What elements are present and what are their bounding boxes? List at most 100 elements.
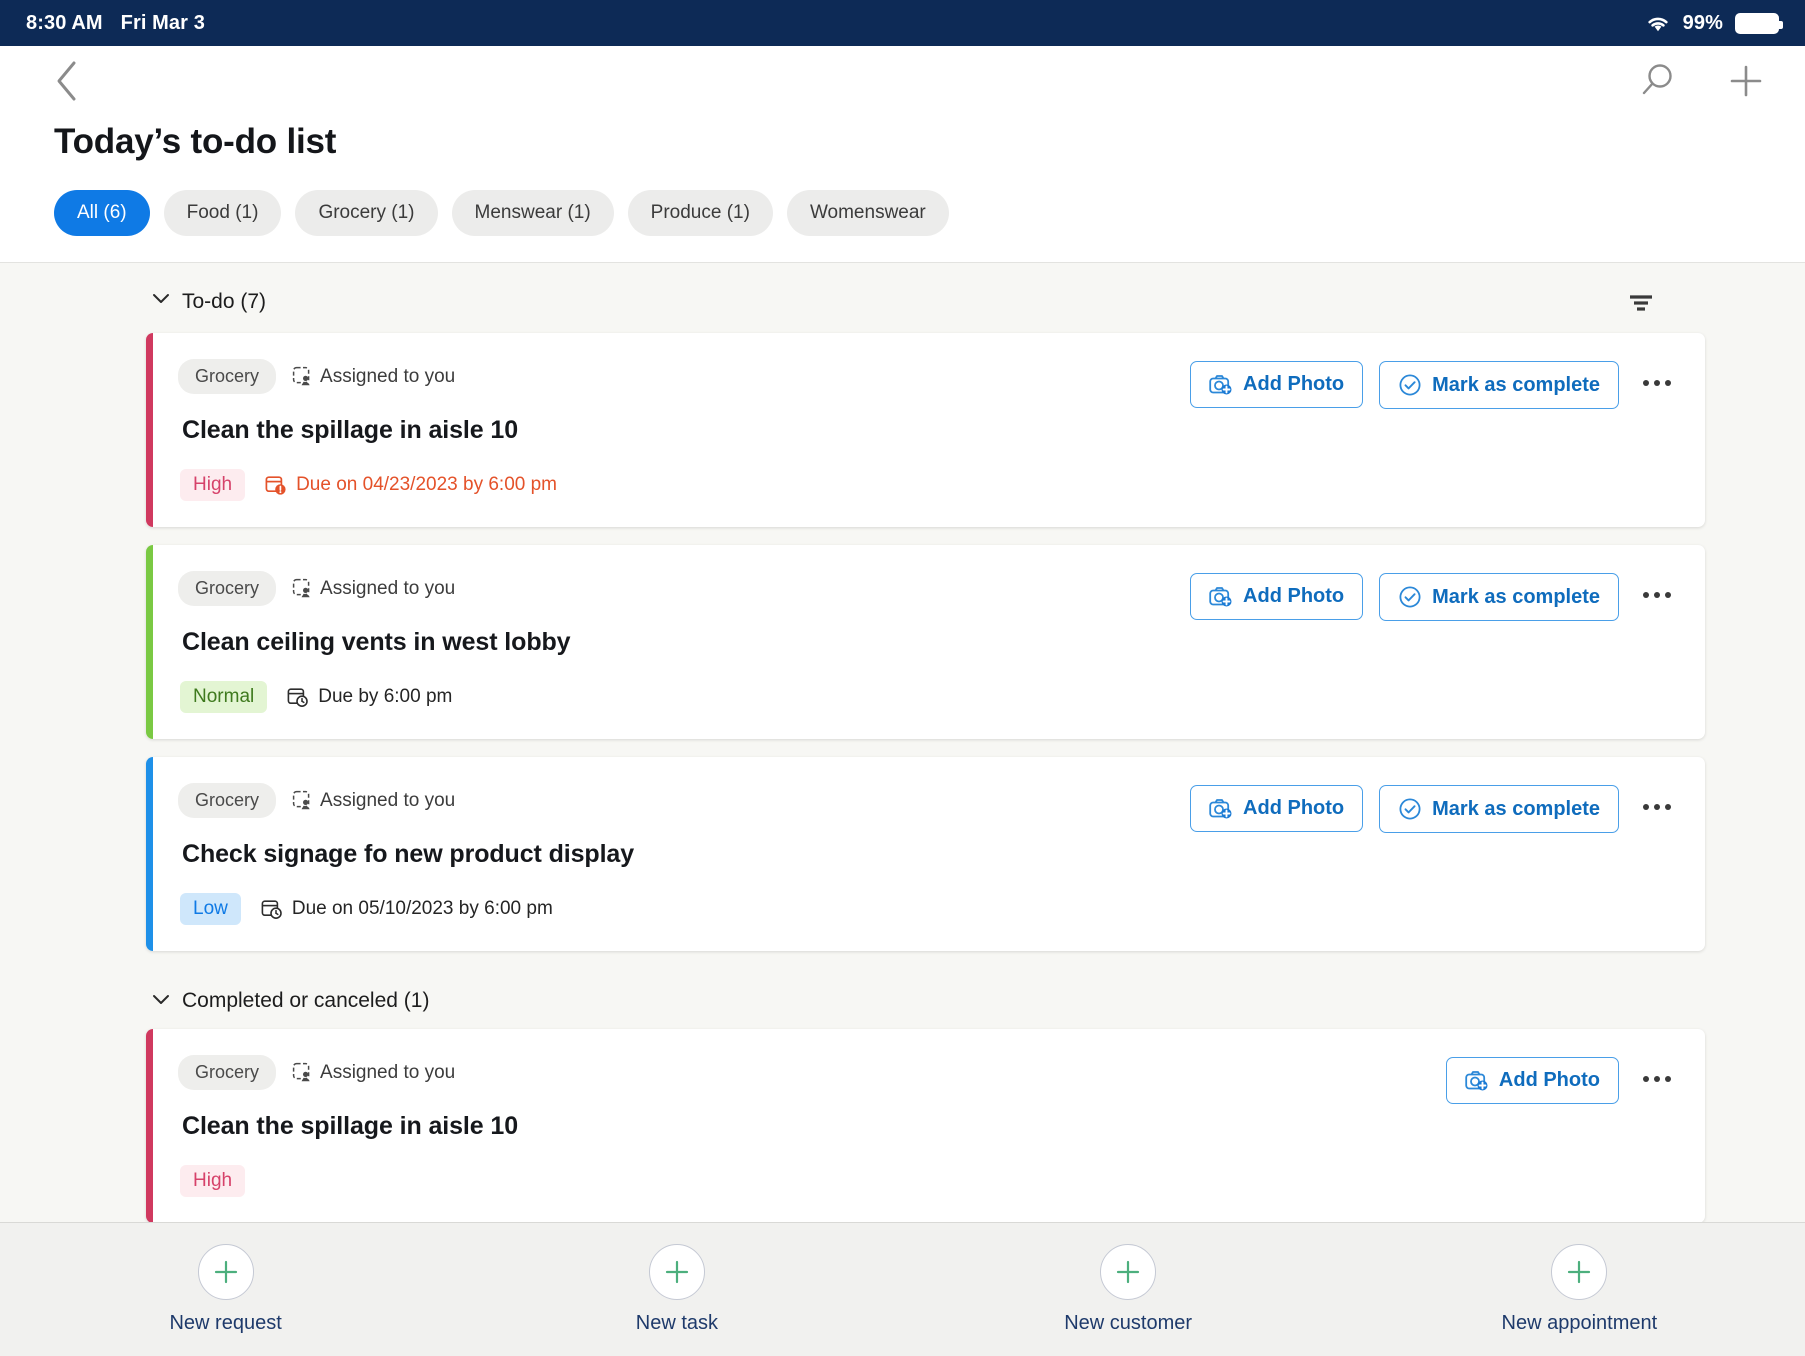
plus-circle-icon <box>1113 1257 1143 1287</box>
bottom-action-new-customer[interactable]: New customer <box>903 1244 1354 1335</box>
battery-percent: 99% <box>1682 11 1723 34</box>
task-title: Clean ceiling vents in west lobby <box>182 628 571 656</box>
bottom-action-new-task[interactable]: New task <box>451 1244 902 1335</box>
add-photo-button[interactable]: Add Photo <box>1190 573 1364 620</box>
assigned-label: Assigned to you <box>320 365 456 387</box>
button-label: Mark as complete <box>1432 797 1600 820</box>
bottom-action-bar: New request New task New customer New appoi… <box>0 1222 1805 1356</box>
task-card-body: Grocery Assigned to you Clean the spillage… <box>178 1055 1446 1197</box>
task-priority-row: High <box>180 1165 1446 1197</box>
plus-circle-icon <box>662 1257 692 1287</box>
completed-card-list: Grocery Assigned to you Clean the spillage… <box>0 1029 1805 1222</box>
status-bar: 8:30 AM Fri Mar 3 99% <box>0 0 1805 46</box>
group-header-completed[interactable]: Completed or canceled (1) <box>0 969 1805 1029</box>
mark-complete-button[interactable]: Mark as complete <box>1379 573 1619 621</box>
due-date: Due by 6:00 pm <box>287 686 452 708</box>
task-list-area[interactable]: To-do (7) Grocery Assigned to you Clean th… <box>0 263 1805 1222</box>
task-priority-row: High Due on 04/23/2023 by 6:00 pm <box>180 469 1190 501</box>
task-title: Check signage fo new product display <box>182 840 635 868</box>
wifi-icon <box>1645 13 1671 33</box>
header-actions <box>1637 60 1767 102</box>
due-date-label: Due by 6:00 pm <box>318 686 453 707</box>
tablet-screen: 8:30 AM Fri Mar 3 99% Today’s to-do list… <box>0 0 1805 1356</box>
search-icon <box>1642 64 1672 95</box>
check-circle-icon <box>1398 585 1422 609</box>
add-button[interactable] <box>1725 60 1767 102</box>
button-label: Mark as complete <box>1432 585 1600 608</box>
button-label: Add Photo <box>1243 585 1345 607</box>
assigned-to-you-icon <box>292 366 313 387</box>
filter-chip[interactable]: Produce (1) <box>627 190 773 236</box>
more-options-icon[interactable] <box>1635 1057 1679 1101</box>
task-card[interactable]: Grocery Assigned to you Check signage fo n… <box>146 757 1705 951</box>
more-options-icon[interactable] <box>1635 785 1679 829</box>
filter-chip[interactable]: All (6) <box>54 190 150 236</box>
filter-chip[interactable]: Womenswear <box>786 190 949 236</box>
plus-circle-icon[interactable] <box>1551 1244 1608 1300</box>
status-bar-right: 99% <box>1645 11 1783 35</box>
task-card[interactable]: Grocery Assigned to you Clean ceiling vent… <box>146 545 1705 739</box>
add-photo-button[interactable]: Add Photo <box>1190 785 1364 832</box>
filter-chip[interactable]: Grocery (1) <box>295 190 438 236</box>
more-options-icon[interactable] <box>1635 573 1679 617</box>
plus-circle-icon[interactable] <box>1100 1244 1157 1300</box>
more-options-icon[interactable] <box>1635 361 1679 405</box>
assigned-to-you-icon <box>292 578 313 599</box>
mark-complete-button[interactable]: Mark as complete <box>1379 785 1619 833</box>
check-circle-icon <box>1398 797 1422 821</box>
filter-chip[interactable]: Food (1) <box>163 190 282 236</box>
calendar-alert-icon <box>265 474 287 496</box>
task-meta-row: Grocery Assigned to you <box>178 783 1190 818</box>
add-photo-button[interactable]: Add Photo <box>1190 361 1364 408</box>
plus-circle-icon[interactable] <box>197 1244 254 1300</box>
bottom-action-new-request[interactable]: New request <box>0 1244 451 1335</box>
battery-icon <box>1735 12 1783 34</box>
camera-add-icon <box>1209 374 1233 396</box>
priority-accent-bar <box>146 1029 153 1222</box>
chevron-down-icon[interactable] <box>150 988 172 1010</box>
task-card[interactable]: Grocery Assigned to you Clean the spillage… <box>146 333 1705 527</box>
category-badge: Grocery <box>178 571 277 606</box>
calendar-clock-icon <box>287 686 309 708</box>
assigned-to-you: Assigned to you <box>292 790 455 812</box>
task-card[interactable]: Grocery Assigned to you Clean the spillage… <box>146 1029 1705 1222</box>
filter-chip[interactable]: Menswear (1) <box>451 190 614 236</box>
assigned-to-you: Assigned to you <box>292 1062 455 1084</box>
camera-add-icon <box>1465 1070 1489 1092</box>
button-label: Add Photo <box>1243 797 1345 819</box>
camera-add-icon <box>1209 586 1233 608</box>
back-button[interactable] <box>46 59 86 103</box>
task-card-actions: Add Photo <box>1445 1055 1679 1197</box>
task-title: Clean the spillage in aisle 10 <box>182 416 519 444</box>
assigned-to-you-icon <box>292 1062 313 1083</box>
search-button[interactable] <box>1637 60 1679 102</box>
group-title: Completed or canceled (1) <box>182 989 430 1012</box>
assigned-to-you: Assigned to you <box>292 578 455 600</box>
priority-accent-bar <box>146 333 153 527</box>
task-meta-row: Grocery Assigned to you <box>178 571 1190 606</box>
task-meta-row: Grocery Assigned to you <box>178 359 1190 394</box>
priority-badge: High <box>180 1165 246 1197</box>
mark-complete-button[interactable]: Mark as complete <box>1379 361 1619 409</box>
assigned-label: Assigned to you <box>320 577 456 599</box>
chevron-down-icon[interactable] <box>150 287 172 309</box>
task-card-body: Grocery Assigned to you Clean ceiling vent… <box>178 571 1190 713</box>
group-header-todo[interactable]: To-do (7) <box>0 263 1805 333</box>
priority-badge: Normal <box>180 681 268 713</box>
due-date: Due on 04/23/2023 by 6:00 pm <box>265 474 557 496</box>
todo-card-list: Grocery Assigned to you Clean the spillage… <box>0 333 1805 951</box>
plus-circle-icon[interactable] <box>648 1244 705 1300</box>
page-header: Today’s to-do list All (6) Food (1) Grocer… <box>0 46 1805 263</box>
bottom-action-new-appointment[interactable]: New appointment <box>1354 1244 1805 1335</box>
group-title: To-do (7) <box>182 290 267 313</box>
status-date: Fri Mar 3 <box>120 11 205 34</box>
plus-icon <box>1730 65 1762 97</box>
priority-badge: High <box>180 469 246 501</box>
plus-circle-icon <box>1564 1257 1594 1287</box>
add-photo-button[interactable]: Add Photo <box>1445 1057 1619 1104</box>
category-badge: Grocery <box>178 1055 277 1090</box>
filter-icon <box>1630 295 1652 311</box>
due-date: Due on 05/10/2023 by 6:00 pm <box>261 898 553 920</box>
category-badge: Grocery <box>178 783 277 818</box>
filter-button[interactable] <box>1623 287 1659 317</box>
